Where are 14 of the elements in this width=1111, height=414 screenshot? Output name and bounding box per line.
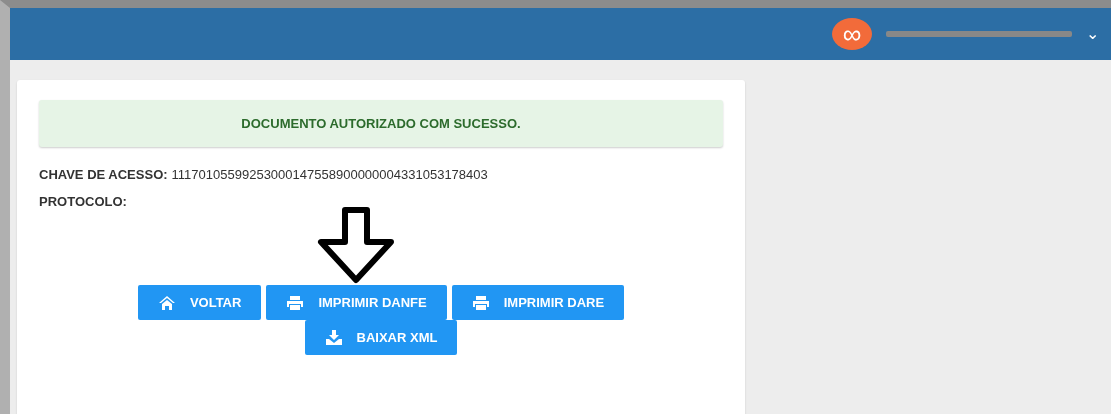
action-button[interactable]: VOLTAR xyxy=(137,285,262,320)
printer-icon xyxy=(471,294,490,311)
field-value: 11170105599253000147558900000004331053178403 xyxy=(171,167,488,182)
action-button[interactable]: IMPRIMIR DARE xyxy=(451,285,625,320)
home-icon xyxy=(157,294,176,311)
user-avatar[interactable]: ∞ xyxy=(832,18,872,50)
action-button[interactable]: BAIXAR XML xyxy=(304,320,458,355)
download-icon xyxy=(324,329,343,346)
field-label: CHAVE DE ACESSO: xyxy=(39,167,168,182)
success-alert: DOCUMENTO AUTORIZADO COM SUCESSO. xyxy=(39,100,723,147)
printer-icon xyxy=(286,294,305,311)
action-button[interactable]: IMPRIMIR DANFE xyxy=(266,285,447,320)
dropdown-icon[interactable]: ⌄ xyxy=(1086,26,1099,42)
field-label: PROTOCOLO: xyxy=(39,194,127,209)
